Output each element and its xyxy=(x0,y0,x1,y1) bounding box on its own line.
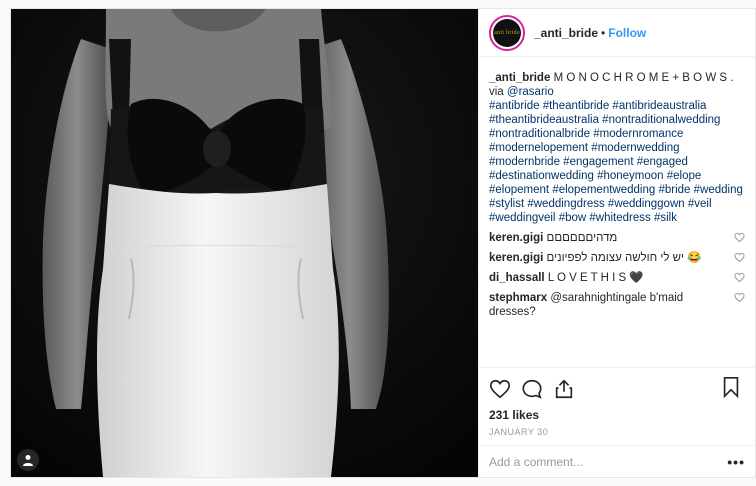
avatar[interactable]: anti bride xyxy=(489,14,525,51)
post-image xyxy=(11,9,478,477)
hashtag-link[interactable]: #modernelopement xyxy=(489,142,588,154)
hashtag-link[interactable]: #bow xyxy=(559,212,587,224)
heart-outline-icon[interactable] xyxy=(489,378,511,400)
share-icon[interactable] xyxy=(553,378,575,400)
hashtag-link[interactable]: #elopement xyxy=(489,184,549,196)
small-heart-icon[interactable] xyxy=(734,272,745,283)
caption-via-prefix: via xyxy=(489,86,507,98)
hashtag-link[interactable]: #elopementwedding xyxy=(552,184,655,196)
comment-item: stephmarx @sarahnightingale b'maid dress… xyxy=(489,291,745,319)
hashtag-link[interactable]: #wedding xyxy=(694,184,743,196)
small-heart-icon[interactable] xyxy=(734,232,745,243)
comment-bubble-icon[interactable] xyxy=(521,378,543,400)
caption-hashtags: #antibride #theantibride #antibrideaustr… xyxy=(489,100,743,224)
comment-input[interactable] xyxy=(489,454,728,469)
caption-username[interactable]: _anti_bride xyxy=(489,72,550,84)
ellipsis-icon[interactable]: ••• xyxy=(727,454,745,470)
header-separator: • xyxy=(601,25,606,40)
action-bar xyxy=(479,367,755,401)
likes-count[interactable]: 231 likes xyxy=(489,408,539,422)
hashtag-link[interactable]: #whitedress xyxy=(589,212,650,224)
hashtag-link[interactable]: #engagement xyxy=(563,156,633,168)
hashtag-link[interactable]: #silk xyxy=(654,212,677,224)
comment-mention[interactable]: @sarahnightingale xyxy=(550,292,646,304)
user-tag-button[interactable] xyxy=(17,449,39,471)
post-photo[interactable] xyxy=(11,9,478,477)
comment-username[interactable]: di_hassall xyxy=(489,272,545,284)
hashtag-link[interactable]: #stylist xyxy=(489,198,524,210)
hashtag-link[interactable]: #bride xyxy=(658,184,690,196)
bookmark-icon[interactable] xyxy=(721,376,741,398)
person-icon xyxy=(23,455,33,466)
hashtag-link[interactable]: #modernbride xyxy=(489,156,560,168)
hashtag-link[interactable]: #nontraditionalbride xyxy=(489,128,590,140)
post-side-panel: anti bride _anti_bride • Follow _anti_br… xyxy=(478,9,755,477)
caption-via-handle[interactable]: @rasario xyxy=(507,86,554,98)
instagram-post: anti bride _anti_bride • Follow _anti_br… xyxy=(10,8,756,478)
comment-text: L O V E T H I S 🖤 xyxy=(547,272,644,284)
comments-section: _anti_bride M O N O C H R O M E + B O W … xyxy=(479,71,755,319)
hashtag-link[interactable]: #destinationwedding xyxy=(489,170,594,182)
hashtag-link[interactable]: #honeymoon xyxy=(597,170,664,182)
header-username[interactable]: _anti_bride xyxy=(534,26,598,40)
comment-text: יש לי חולשה עצומה לפפיונים 😂 xyxy=(546,252,702,264)
caption-text: M O N O C H R O M E + B O W S . xyxy=(553,72,734,84)
follow-button[interactable]: Follow xyxy=(608,26,646,40)
small-heart-icon[interactable] xyxy=(734,292,745,303)
hashtag-link[interactable]: #modernwedding xyxy=(591,142,679,154)
comment-username[interactable]: stephmarx xyxy=(489,292,547,304)
hashtag-link[interactable]: #antibrideaustralia xyxy=(612,100,706,112)
hashtag-link[interactable]: #elope xyxy=(667,170,702,182)
post-header: anti bride _anti_bride • Follow xyxy=(479,9,755,57)
comment-username[interactable]: keren.gigi xyxy=(489,232,543,244)
hashtag-link[interactable]: #modernromance xyxy=(593,128,683,140)
hashtag-link[interactable]: #theantibrideaustralia xyxy=(489,114,599,126)
avatar-logo-text: anti bride xyxy=(494,29,520,36)
caption: _anti_bride M O N O C H R O M E + B O W … xyxy=(489,71,745,225)
hashtag-link[interactable]: #weddinggown xyxy=(608,198,685,210)
hashtag-link[interactable]: #engaged xyxy=(637,156,688,168)
hashtag-link[interactable]: #theantibride xyxy=(543,100,610,112)
comment-item: keren.gigi יש לי חולשה עצומה לפפיונים 😂 xyxy=(489,251,745,265)
comment-text: מדהיםםםםםם xyxy=(546,232,618,244)
comment-item: di_hassall L O V E T H I S 🖤 xyxy=(489,271,745,285)
comment-item: keren.gigi מדהיםםםםםם xyxy=(489,231,745,245)
hashtag-link[interactable]: #weddingdress xyxy=(527,198,604,210)
hashtag-link[interactable]: #weddingveil xyxy=(489,212,556,224)
hashtag-link[interactable]: #antibride xyxy=(489,100,540,112)
hashtag-link[interactable]: #veil xyxy=(688,198,712,210)
small-heart-icon[interactable] xyxy=(734,252,745,263)
add-comment-bar: ••• xyxy=(479,445,755,477)
hashtag-link[interactable]: #nontraditionalwedding xyxy=(602,114,720,126)
post-date[interactable]: JANUARY 30 xyxy=(489,427,548,437)
comment-username[interactable]: keren.gigi xyxy=(489,252,543,264)
